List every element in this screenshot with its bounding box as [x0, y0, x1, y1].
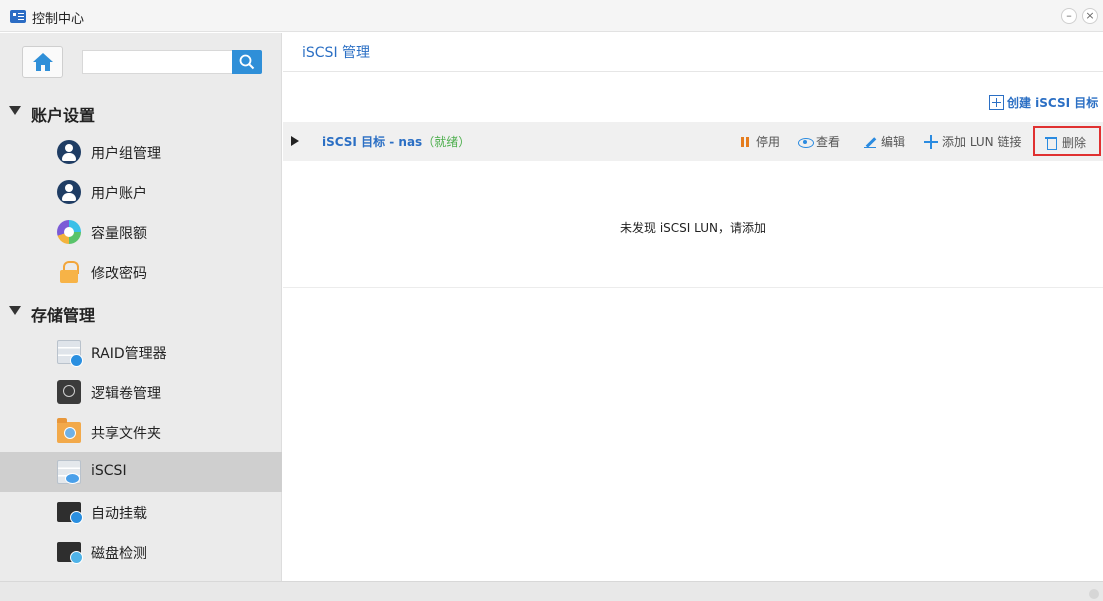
sidebar-item-label: 逻辑卷管理	[91, 386, 161, 402]
view-label: 查看	[816, 135, 841, 149]
sidebar-item-user-accounts[interactable]: 用户账户	[0, 172, 282, 212]
sidebar-item-label: 自动挂载	[91, 506, 147, 522]
sidebar-item-user-groups[interactable]: 用户组管理	[0, 132, 282, 172]
plus-icon	[924, 134, 938, 149]
collapse-triangle-icon	[9, 106, 21, 115]
sidebar-item-quota[interactable]: 容量限额	[0, 212, 282, 252]
auto-mount-icon	[57, 502, 83, 524]
lock-icon	[57, 260, 81, 284]
user-account-icon	[57, 180, 81, 204]
raid-icon	[57, 340, 83, 367]
expand-arrow-icon[interactable]	[291, 136, 299, 146]
user-group-icon	[57, 140, 81, 164]
sidebar-item-label: 用户账户	[91, 186, 147, 202]
home-icon	[33, 53, 53, 71]
sidebar: 账户设置 用户组管理 用户账户 容量限额 修改密码 存储管理 RAID管理器 逻…	[0, 33, 282, 581]
view-button[interactable]: 查看	[798, 133, 840, 151]
delete-label: 删除	[1062, 136, 1087, 150]
group-account-settings[interactable]: 账户设置	[0, 96, 282, 128]
search-input[interactable]	[82, 50, 233, 74]
stop-button[interactable]: 停用	[738, 133, 780, 151]
main-panel: iSCSI 管理 创建 iSCSI 目标 iSCSI 目标 - nas（就绪） …	[283, 33, 1103, 581]
sidebar-item-raid[interactable]: RAID管理器	[0, 332, 282, 372]
sidebar-item-label: iSCSI	[91, 463, 127, 479]
pause-icon	[738, 135, 752, 149]
stop-label: 停用	[756, 135, 781, 149]
eye-icon	[798, 135, 814, 149]
iscsi-icon	[57, 460, 81, 484]
control-center-icon	[10, 10, 26, 23]
sidebar-item-label: 磁盘检测	[91, 546, 147, 562]
edit-button[interactable]: 编辑	[863, 133, 905, 151]
plus-box-icon	[989, 95, 1004, 110]
page-title: iSCSI 管理	[302, 45, 371, 61]
edit-label: 编辑	[881, 135, 906, 149]
sidebar-item-label: RAID管理器	[91, 346, 167, 362]
create-label: 创建 iSCSI 目标	[1007, 96, 1099, 110]
sidebar-item-label: 共享文件夹	[91, 426, 161, 442]
window-statusbar	[0, 581, 1103, 601]
create-iscsi-target-button[interactable]: 创建 iSCSI 目标	[989, 94, 1098, 110]
divider	[283, 287, 1103, 288]
iscsi-target-row: iSCSI 目标 - nas（就绪） 停用 查看 编辑 添加 LUN 链接 删除	[283, 122, 1103, 161]
add-lun-label: 添加 LUN 链接	[942, 135, 1022, 149]
sidebar-item-lvm[interactable]: 逻辑卷管理	[0, 372, 282, 412]
shared-folder-icon	[57, 418, 81, 443]
sidebar-item-label: 容量限额	[91, 226, 147, 242]
window-titlebar: 控制中心 – ×	[0, 0, 1103, 32]
sidebar-item-iscsi[interactable]: iSCSI	[0, 452, 282, 492]
status-badge: （就绪）	[422, 135, 471, 149]
target-name[interactable]: iSCSI 目标 - nas（就绪）	[322, 133, 470, 150]
close-button[interactable]: ×	[1082, 8, 1098, 24]
collapse-triangle-icon	[9, 306, 21, 315]
add-lun-link-button[interactable]: 添加 LUN 链接	[924, 133, 1021, 151]
sidebar-item-label: 用户组管理	[91, 146, 161, 162]
main-header: iSCSI 管理	[283, 33, 1103, 72]
group-storage-management[interactable]: 存储管理	[0, 296, 282, 328]
disk-check-icon	[57, 542, 83, 564]
trash-icon	[1044, 136, 1058, 150]
sidebar-item-label: 修改密码	[91, 266, 147, 282]
sidebar-item-change-password[interactable]: 修改密码	[0, 252, 282, 292]
home-button[interactable]	[22, 46, 63, 78]
group-label: 账户设置	[31, 106, 96, 125]
window-title: 控制中心	[32, 12, 85, 27]
search-button[interactable]	[232, 50, 262, 74]
lvm-icon	[57, 380, 81, 404]
resize-handle-icon[interactable]	[1089, 589, 1099, 599]
empty-lun-message: 未发现 iSCSI LUN，请添加	[620, 221, 766, 235]
sidebar-item-auto-mount[interactable]: 自动挂载	[0, 492, 282, 532]
pencil-icon	[863, 135, 877, 149]
minimize-button[interactable]: –	[1061, 8, 1077, 24]
sidebar-item-shared-folders[interactable]: 共享文件夹	[0, 412, 282, 452]
sidebar-item-disk-check[interactable]: 磁盘检测	[0, 532, 282, 572]
search-icon	[239, 54, 255, 70]
group-label: 存储管理	[31, 306, 96, 325]
target-name-text: iSCSI 目标 - nas	[322, 135, 423, 149]
quota-icon	[57, 220, 81, 244]
delete-button[interactable]: 删除	[1033, 126, 1101, 156]
